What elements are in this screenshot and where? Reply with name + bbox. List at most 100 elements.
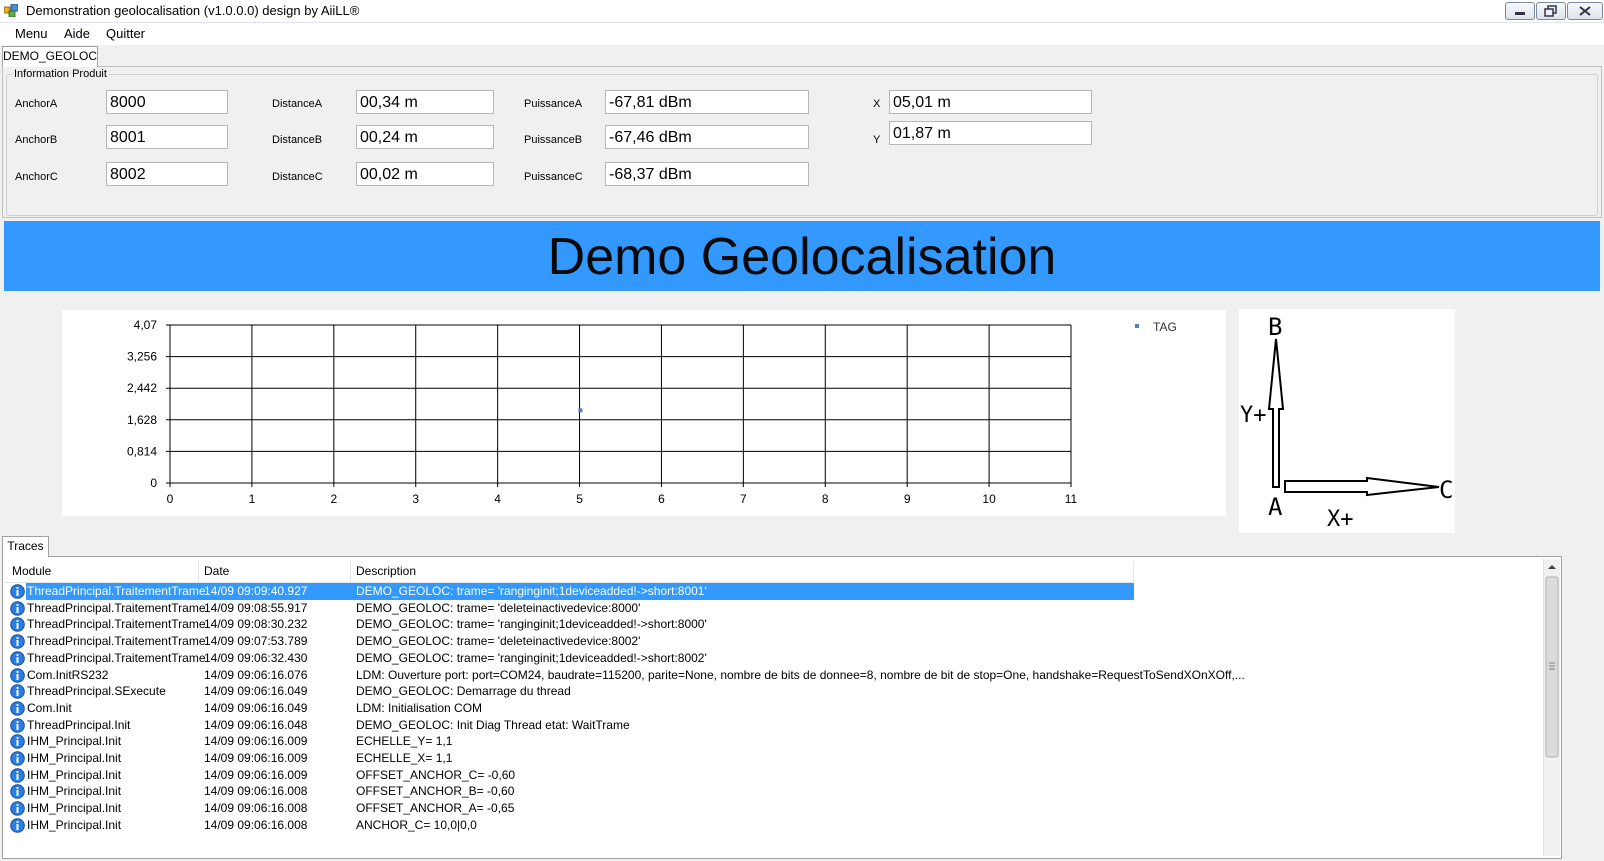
puissance-c-field[interactable]: -68,37 dBm xyxy=(605,162,809,186)
column-separator[interactable] xyxy=(350,561,351,582)
trace-row[interactable]: IHM_Principal.Init 14/09 09:06:16.008 OFFS… xyxy=(6,801,1556,817)
x-tick-label: 8 xyxy=(822,492,829,506)
trace-row[interactable]: Com.InitRS232 14/09 09:06:16.076 LDM: Ouve… xyxy=(6,668,1556,684)
trace-row[interactable]: IHM_Principal.Init 14/09 09:06:16.009 ECHE… xyxy=(6,734,1556,750)
info-icon xyxy=(10,650,25,666)
trace-description: DEMO_GEOLOC: Demarrage du thread xyxy=(356,684,571,699)
column-header-description[interactable]: Description xyxy=(356,564,416,578)
legend-tag-label: TAG xyxy=(1153,320,1177,334)
menu-bar xyxy=(0,23,1604,45)
tab-demo-geoloc[interactable]: DEMO_GEOLOC xyxy=(2,46,98,67)
puissance-a-field[interactable]: -67,81 dBm xyxy=(605,90,809,114)
trace-module: IHM_Principal.Init xyxy=(27,767,122,782)
anchor-c-field[interactable]: 8002 xyxy=(106,162,228,186)
info-icon xyxy=(10,684,25,699)
anchor-c-label: AnchorC xyxy=(15,171,58,183)
anchor-b-field[interactable]: 8001 xyxy=(106,125,228,149)
distance-b-field[interactable]: 00,24 m xyxy=(356,125,494,149)
x-field[interactable]: 05,01 m xyxy=(889,90,1092,114)
minimize-button[interactable] xyxy=(1505,2,1535,20)
tag-point xyxy=(578,408,583,413)
puissance-b-field[interactable]: -67,46 dBm xyxy=(605,125,809,149)
trace-description: OFFSET_ANCHOR_B= -0,60 xyxy=(356,784,515,799)
trace-row[interactable]: IHM_Principal.Init 14/09 09:06:16.008 ANCH… xyxy=(6,818,1556,834)
axis-label-c: C xyxy=(1439,476,1453,504)
trace-module: ThreadPrincipal.TraitementTrame xyxy=(27,634,206,649)
distance-a-field[interactable]: 00,34 m xyxy=(356,90,494,114)
info-icon xyxy=(10,817,25,833)
anchor-a-field[interactable]: 8000 xyxy=(106,90,228,114)
x-tick-label: 0 xyxy=(167,492,174,506)
trace-row[interactable]: ThreadPrincipal.TraitementTrame 14/09 09:… xyxy=(6,583,1556,600)
trace-row[interactable]: IHM_Principal.Init 14/09 09:06:16.009 ECHE… xyxy=(6,751,1556,767)
trace-date: 14/09 09:06:16.048 xyxy=(204,717,308,732)
trace-date: 14/09 09:06:16.008 xyxy=(204,784,308,799)
trace-row[interactable]: ThreadPrincipal.SExecute 14/09 09:06:16.0… xyxy=(6,684,1556,700)
y-label: Y xyxy=(873,134,881,146)
trace-module: ThreadPrincipal.Init xyxy=(27,717,131,732)
info-icon xyxy=(10,600,25,616)
trace-row[interactable]: ThreadPrincipal.TraitementTrame 14/09 09:… xyxy=(6,617,1556,633)
axis-label-y-plus: Y+ xyxy=(1240,403,1267,428)
x-tick-label: 2 xyxy=(330,492,337,506)
trace-description: ANCHOR_C= 10,0|0,0 xyxy=(356,817,477,832)
minimize-icon xyxy=(1515,12,1525,15)
trace-module: Com.Init xyxy=(27,700,72,715)
column-header-date[interactable]: Date xyxy=(204,564,229,578)
trace-date: 14/09 09:06:32.430 xyxy=(204,650,308,665)
trace-row[interactable]: ThreadPrincipal.Init 14/09 09:06:16.048 DE… xyxy=(6,718,1556,734)
column-separator[interactable] xyxy=(1133,561,1134,582)
close-button[interactable] xyxy=(1567,2,1603,20)
trace-row[interactable]: IHM_Principal.Init 14/09 09:06:16.008 OFFS… xyxy=(6,784,1556,800)
trace-module: IHM_Principal.Init xyxy=(27,751,122,765)
y-tick-label: 4,07 xyxy=(134,318,158,332)
trace-module: Com.InitRS232 xyxy=(27,667,109,682)
scroll-up-arrow-icon[interactable] xyxy=(1548,565,1556,569)
trace-description: LDM: Ouverture port: port=COM24, baudrat… xyxy=(356,667,1245,682)
x-tick-label: 7 xyxy=(740,492,747,506)
y-tick-label: 2,442 xyxy=(127,381,157,395)
trace-row[interactable]: IHM_Principal.Init 14/09 09:06:16.009 OFFS… xyxy=(6,768,1556,784)
trace-description: DEMO_GEOLOC: Init Diag Thread etat: Wait… xyxy=(356,717,630,732)
trace-row[interactable]: Com.Init 14/09 09:06:16.049 LDM: Initialis… xyxy=(6,701,1556,717)
column-separator[interactable] xyxy=(198,561,199,582)
trace-module: IHM_Principal.Init xyxy=(27,801,122,816)
info-icon xyxy=(10,701,25,716)
restore-icon xyxy=(1544,5,1557,17)
trace-module: ThreadPrincipal.TraitementTrame xyxy=(27,584,206,598)
chart-ticks: 0 1 2 3 4 5 6 7 8 9 10 11 0 0,814 1,628 2,442 3,256 4,07 xyxy=(127,318,1078,506)
x-tick-label: 5 xyxy=(576,492,583,506)
scroll-thumb[interactable] xyxy=(1545,576,1559,758)
y-tick-label: 0,814 xyxy=(127,444,157,458)
trace-row[interactable]: ThreadPrincipal.TraitementTrame 14/09 09:… xyxy=(6,634,1556,650)
trace-row[interactable]: ThreadPrincipal.TraitementTrame 14/09 09:… xyxy=(6,651,1556,667)
trace-date: 14/09 09:06:16.009 xyxy=(204,767,308,782)
trace-row[interactable]: ThreadPrincipal.TraitementTrame 14/09 09:… xyxy=(6,601,1556,617)
menu-item-quitter[interactable]: Quitter xyxy=(106,26,145,41)
trace-date: 14/09 09:08:55.917 xyxy=(204,600,308,615)
restore-button[interactable] xyxy=(1536,2,1566,20)
distance-c-field[interactable]: 00,02 m xyxy=(356,162,494,186)
trace-date: 14/09 09:06:16.049 xyxy=(204,684,308,699)
traces-scrollbar[interactable] xyxy=(1543,559,1560,856)
position-chart-panel: 0 1 2 3 4 5 6 7 8 9 10 11 0 0,814 1,628 2,442 3,256 4,07 … xyxy=(62,310,1226,516)
x-tick-label: 11 xyxy=(1065,492,1078,506)
axis-label-x-plus: X+ xyxy=(1327,507,1354,532)
tab-traces[interactable]: Traces xyxy=(2,536,49,557)
distance-a-label: DistanceA xyxy=(272,98,323,110)
menu-item-aide[interactable]: Aide xyxy=(64,26,90,41)
menu-item-menu[interactable]: Menu xyxy=(15,26,48,41)
trace-description: OFFSET_ANCHOR_A= -0,65 xyxy=(356,801,515,816)
traces-header xyxy=(4,561,1134,583)
app-icon xyxy=(4,4,18,17)
anchor-b-label: AnchorB xyxy=(15,134,58,146)
y-tick-label: 3,256 xyxy=(127,350,157,364)
column-header-module[interactable]: Module xyxy=(12,564,51,578)
info-icon xyxy=(10,767,25,783)
axis-label-b: B xyxy=(1268,313,1282,341)
puissance-b-label: PuissanceB xyxy=(524,134,583,146)
y-field[interactable]: 01,87 m xyxy=(889,121,1092,145)
trace-date: 14/09 09:06:16.008 xyxy=(204,801,308,816)
chart-grid xyxy=(166,324,1072,487)
trace-module: ThreadPrincipal.TraitementTrame xyxy=(27,650,206,665)
